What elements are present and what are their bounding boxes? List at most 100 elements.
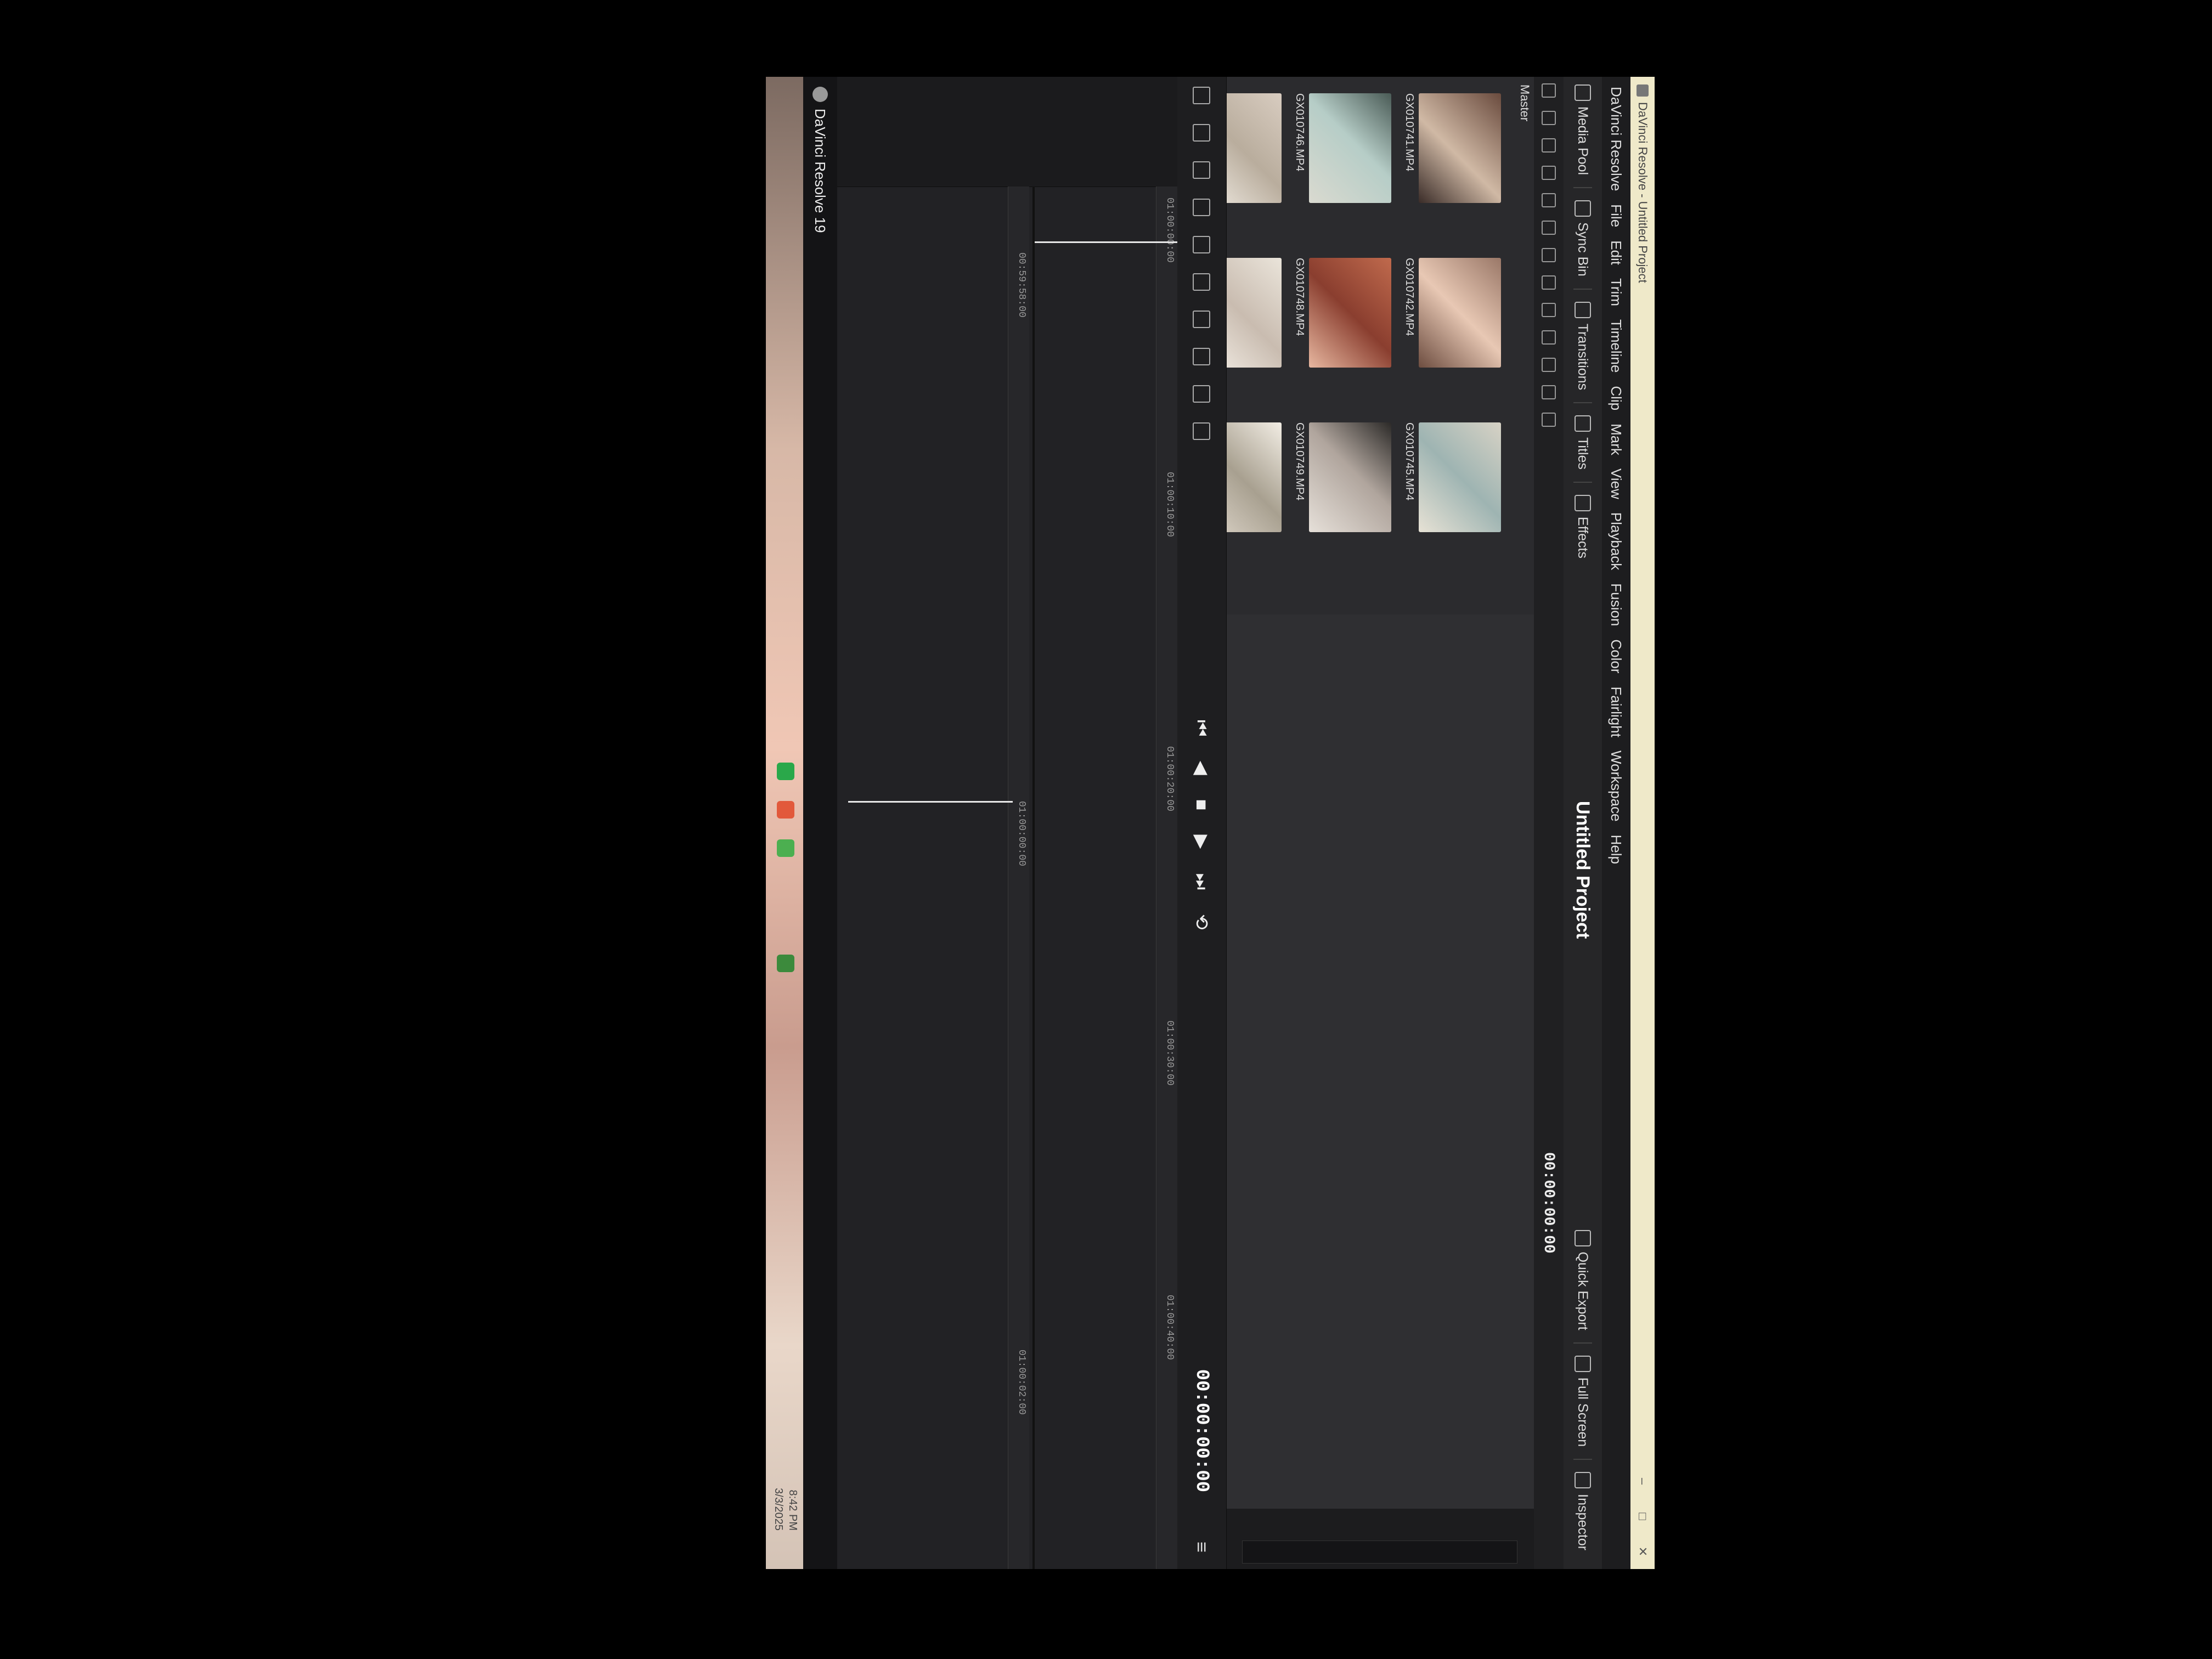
inspector-button[interactable]: Inspector: [1575, 1472, 1591, 1550]
media-pool-panel: Master GX010741.MP4 GX010742.MP4 GX01074…: [1199, 77, 1534, 616]
play-button[interactable]: ▶: [1190, 834, 1212, 849]
close-up-icon[interactable]: [1193, 348, 1210, 365]
app-icon[interactable]: [777, 801, 794, 819]
sync-icon[interactable]: [1542, 138, 1556, 153]
maximize-button[interactable]: □: [1630, 1499, 1655, 1534]
lower-timeline-ruler[interactable]: 00:59:58:00 01:00:00:00 01:00:02:00: [1008, 187, 1029, 1569]
grid-view-icon[interactable]: [1542, 193, 1556, 207]
window-controls: – □ ✕: [1630, 1464, 1655, 1569]
menu-edit[interactable]: Edit: [1608, 240, 1625, 265]
place-on-top-icon[interactable]: [1193, 273, 1210, 291]
transitions-button[interactable]: Transitions: [1575, 301, 1591, 390]
sync-bin-button[interactable]: Sync Bin: [1575, 200, 1591, 276]
go-to-start-button[interactable]: ⏮: [1191, 720, 1212, 737]
spotify-icon[interactable]: [777, 763, 794, 780]
quick-export-button[interactable]: Quick Export: [1575, 1229, 1591, 1330]
toolbar-divider: [1573, 187, 1592, 189]
menu-clip[interactable]: Clip: [1608, 386, 1625, 410]
menu-help[interactable]: Help: [1608, 835, 1625, 864]
clip-view-icon[interactable]: [1542, 358, 1556, 372]
toolbar-divider: [1573, 1342, 1592, 1344]
refresh-icon[interactable]: [1542, 275, 1556, 290]
menu-view[interactable]: View: [1608, 469, 1625, 499]
menu-davinci-resolve[interactable]: DaVinci Resolve: [1608, 87, 1625, 191]
menu-fairlight[interactable]: Fairlight: [1608, 686, 1625, 737]
menu-trim[interactable]: Trim: [1608, 278, 1625, 306]
stop-button[interactable]: ■: [1191, 799, 1212, 811]
overwrite-clip-icon[interactable]: [1193, 199, 1210, 216]
timeline-divider: [1032, 187, 1035, 1569]
titles-label: Titles: [1575, 437, 1591, 470]
sort-icon[interactable]: [1542, 248, 1556, 262]
viewer-panel[interactable]: [1227, 614, 1534, 1569]
window-title: DaVinci Resolve - Untitled Project: [1636, 102, 1650, 283]
app-icon[interactable]: [777, 955, 794, 972]
menu-timeline[interactable]: Timeline: [1608, 319, 1625, 373]
menu-file[interactable]: File: [1608, 204, 1625, 227]
clip-thumbnail: [1419, 93, 1501, 203]
sync-bin-icon: [1575, 200, 1591, 217]
system-clock[interactable]: 8:42 PM 3/3/2025: [771, 1488, 800, 1531]
transport-menu-icon[interactable]: ≡: [1191, 1542, 1212, 1553]
pin-icon[interactable]: [1542, 413, 1556, 427]
media-clip[interactable]: GX010749.MP4: [1282, 422, 1391, 540]
clip-name: GX010749.MP4: [1294, 422, 1306, 501]
inspector-label: Inspector: [1575, 1494, 1591, 1550]
quick-export-label: Quick Export: [1575, 1251, 1591, 1330]
audio-settings-icon[interactable]: [1193, 422, 1210, 440]
append-clip-icon[interactable]: [1193, 236, 1210, 253]
link-icon[interactable]: [1542, 166, 1556, 180]
import-icon[interactable]: [1542, 111, 1556, 125]
trim-tool-icon[interactable]: [1193, 124, 1210, 142]
clip-name: GX010742.MP4: [1403, 258, 1415, 336]
cut-tool-icon[interactable]: [1193, 87, 1210, 104]
menu-bar: DaVinci Resolve File Edit Trim Timeline …: [1602, 77, 1630, 1569]
effects-button[interactable]: Effects: [1575, 494, 1591, 558]
toolbar-right: Quick Export Full Screen Inspector: [1573, 1222, 1592, 1558]
lower-playhead[interactable]: [848, 801, 1013, 803]
panel-toggle-icon[interactable]: [1542, 83, 1556, 98]
go-to-end-button[interactable]: ⏭: [1191, 873, 1212, 890]
layout-grid-icon[interactable]: [1542, 385, 1556, 399]
ripple-overwrite-icon[interactable]: [1193, 311, 1210, 328]
media-clip[interactable]: GX010741.MP4: [1391, 93, 1501, 211]
window-titlebar: DaVinci Resolve - Untitled Project – □ ✕: [1630, 77, 1655, 1569]
media-clip[interactable]: GX010748.MP4: [1282, 258, 1391, 376]
upper-timeline-ruler[interactable]: 01:00:00:00 01:00:10:00 01:00:20:00 01:0…: [1156, 187, 1177, 1569]
clip-name: GX010745.MP4: [1403, 422, 1415, 501]
minimize-button[interactable]: –: [1630, 1464, 1655, 1499]
media-clip[interactable]: GX010745.MP4: [1391, 422, 1501, 540]
full-screen-button[interactable]: Full Screen: [1575, 1355, 1591, 1447]
search-icon[interactable]: [1542, 221, 1556, 235]
loop-button[interactable]: ⟲: [1190, 914, 1212, 930]
ruler-tick-label: 01:00:02:00: [1016, 1350, 1027, 1415]
titles-button[interactable]: Titles: [1575, 415, 1591, 470]
clip-thumbnail: [1309, 258, 1391, 368]
upper-playhead[interactable]: [1035, 241, 1177, 243]
timeline-panel[interactable]: 01:00:00:00 01:00:10:00 01:00:20:00 01:0…: [837, 77, 1177, 1569]
sync-bin-label: Sync Bin: [1575, 222, 1591, 276]
menu-fusion[interactable]: Fusion: [1608, 583, 1625, 626]
menu-color[interactable]: Color: [1608, 639, 1625, 673]
bin-label: Master: [1518, 84, 1532, 122]
toolbar-divider: [1573, 402, 1592, 404]
ruler-tick-label: 01:00:30:00: [1164, 1020, 1175, 1086]
viewer-mode-icon[interactable]: [1542, 303, 1556, 317]
menu-mark[interactable]: Mark: [1608, 424, 1625, 455]
ruler-tick-label: 01:00:10:00: [1164, 472, 1175, 537]
close-button[interactable]: ✕: [1630, 1534, 1655, 1569]
media-clip[interactable]: GX010742.MP4: [1391, 258, 1501, 376]
clip-thumbnail: [1419, 258, 1501, 368]
clip-thumbnail: [1309, 93, 1391, 203]
media-pool-button[interactable]: Media Pool: [1575, 84, 1591, 175]
menu-workspace[interactable]: Workspace: [1608, 751, 1625, 822]
media-clip[interactable]: GX010746.MP4: [1282, 93, 1391, 211]
insert-clip-icon[interactable]: [1193, 161, 1210, 179]
resolve-app-icon: [1637, 84, 1649, 97]
filmstrip-icon[interactable]: [1542, 330, 1556, 345]
clock-date: 3/3/2025: [772, 1488, 785, 1531]
menu-playback[interactable]: Playback: [1608, 512, 1625, 571]
app-icon[interactable]: [777, 839, 794, 857]
play-reverse-button[interactable]: ◀: [1190, 761, 1212, 775]
source-overwrite-icon[interactable]: [1193, 385, 1210, 403]
